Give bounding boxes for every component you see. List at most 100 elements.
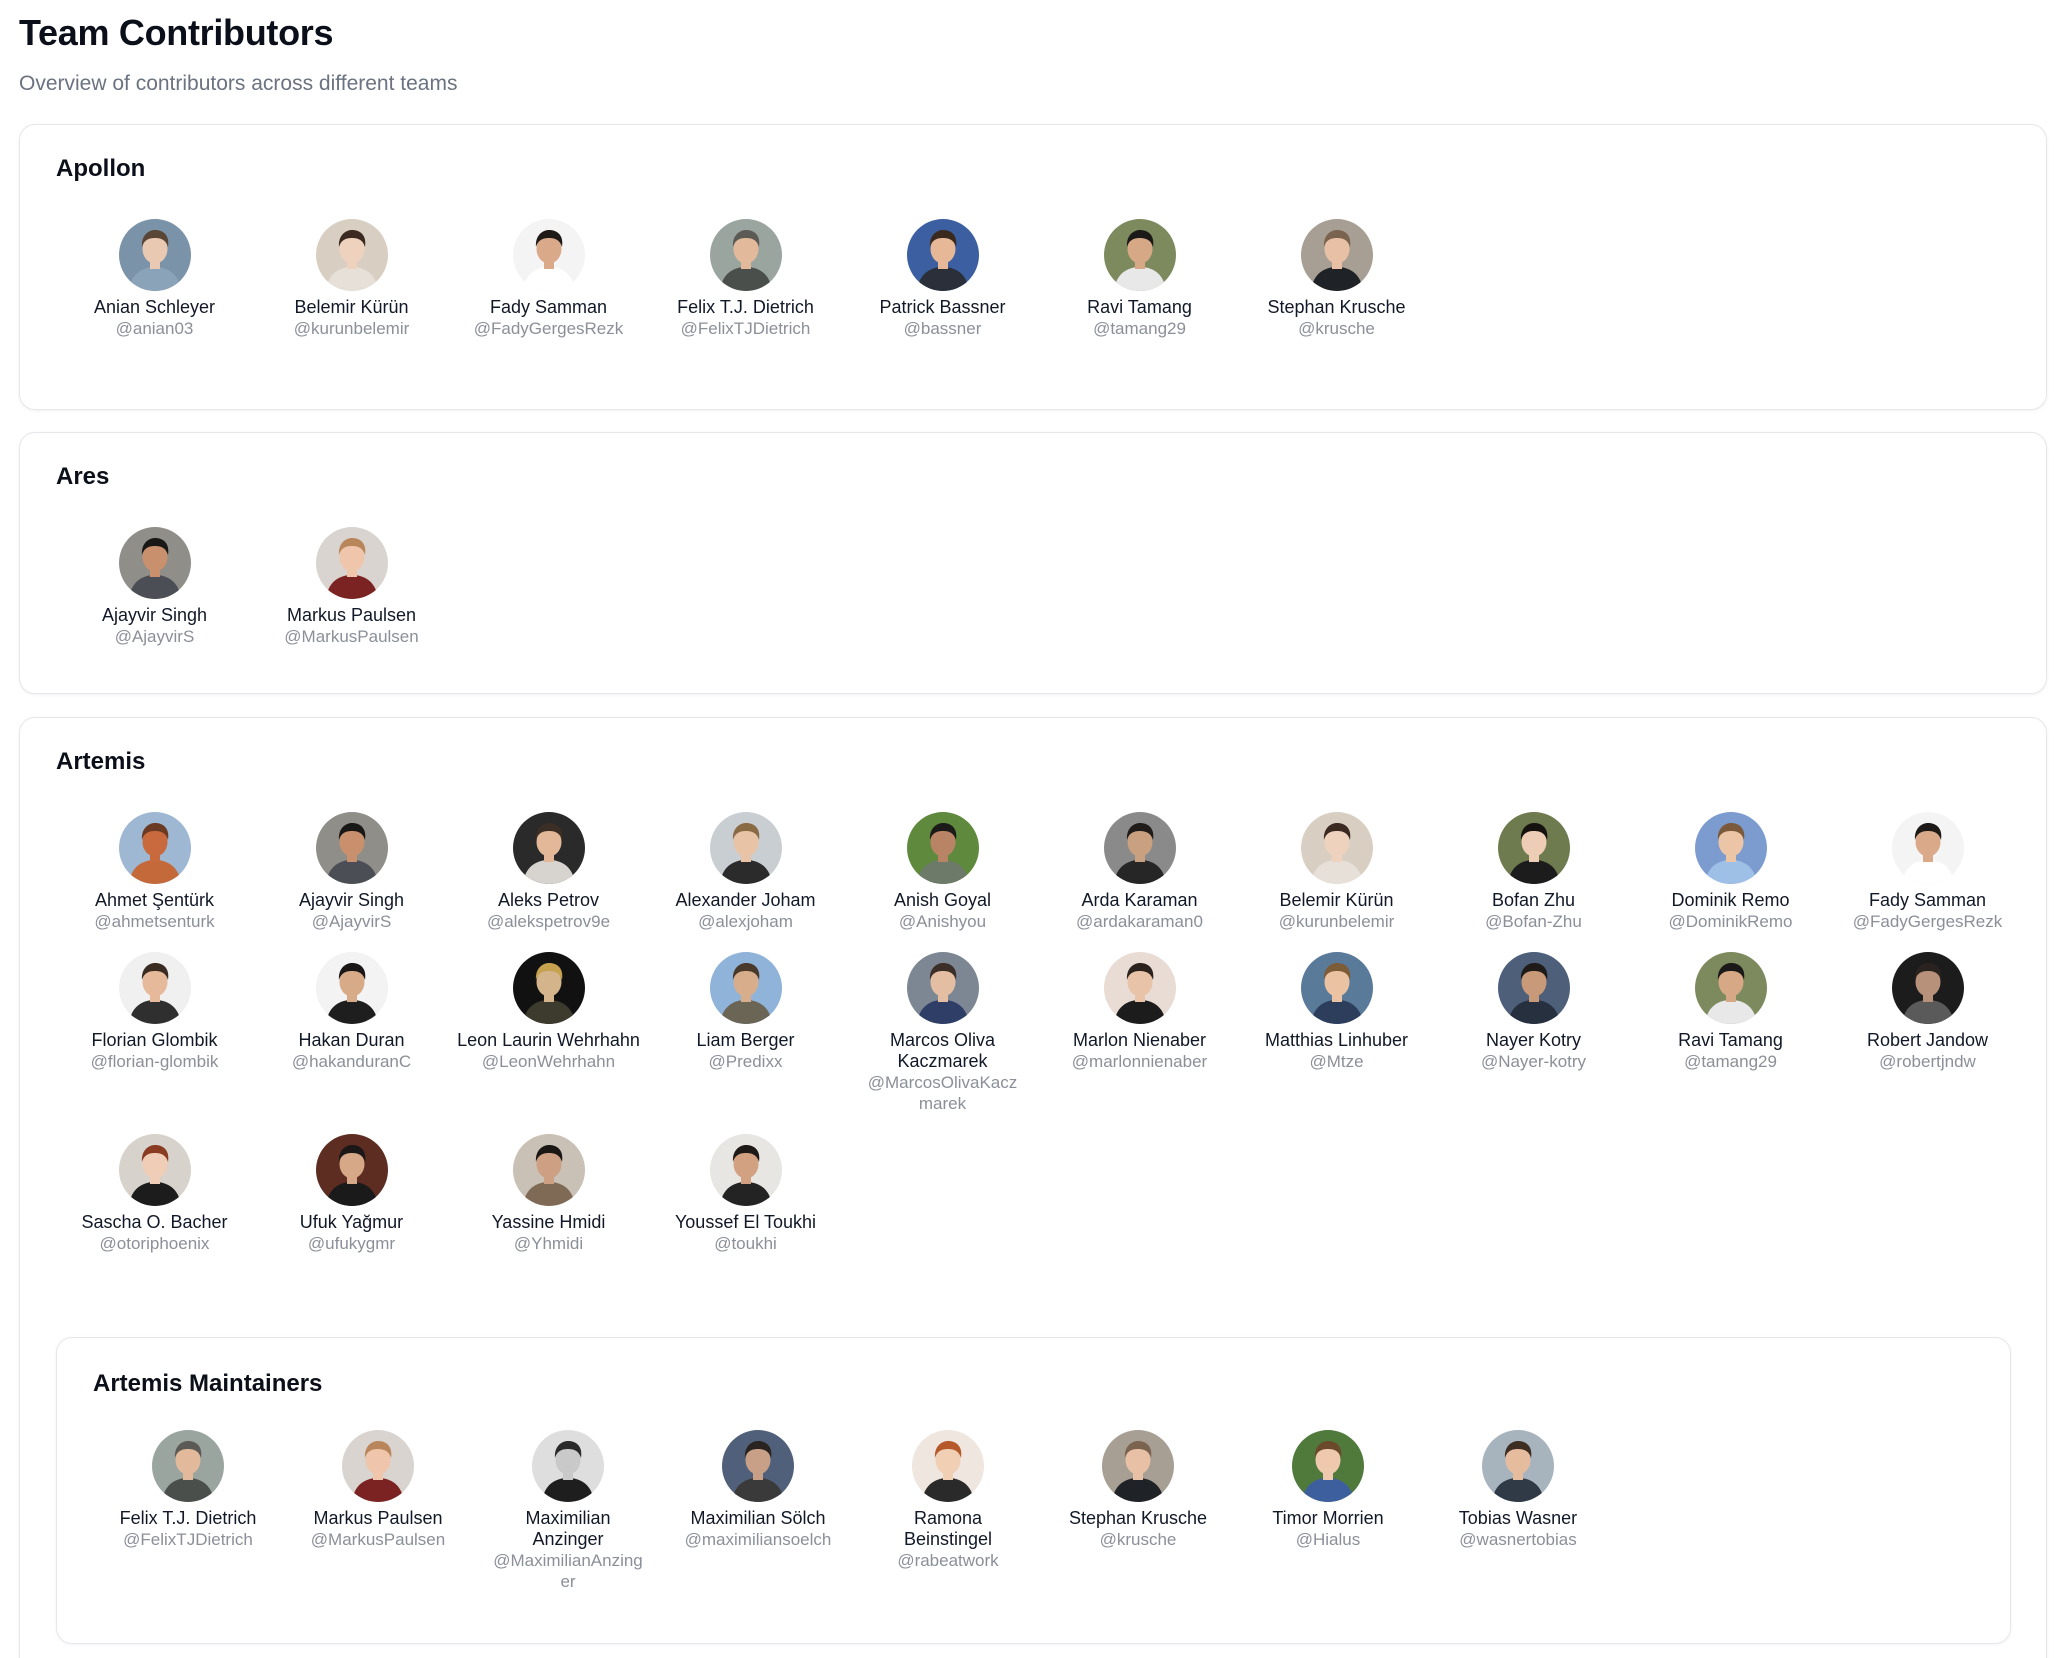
contributor-login[interactable]: @Mtze [1307,1051,1365,1072]
contributor-card[interactable]: Stephan Krusche @krusche [1043,1430,1233,1592]
avatar[interactable] [512,812,585,884]
avatar[interactable] [906,812,979,884]
contributor-login[interactable]: @florian-glombik [89,1051,221,1072]
avatar[interactable] [1103,812,1176,884]
contributor-card[interactable]: Anish Goyal @Anishyou [844,812,1041,932]
contributor-card[interactable]: Marlon Nienaber @marlonnienaber [1041,952,1238,1114]
avatar[interactable] [1497,812,1570,884]
contributor-card[interactable]: Liam Berger @Predixx [647,952,844,1114]
contributor-login[interactable]: @Bofan-Zhu [1483,911,1584,932]
contributor-card[interactable]: Nayer Kotry @Nayer-kotry [1435,952,1632,1114]
contributor-login[interactable]: @DominikRemo [1666,911,1794,932]
avatar[interactable] [118,952,191,1024]
avatar[interactable] [906,952,979,1024]
contributor-card[interactable]: Dominik Remo @DominikRemo [1632,812,1829,932]
contributor-card[interactable]: Markus Paulsen @MarkusPaulsen [283,1430,473,1592]
contributor-card[interactable]: Ravi Tamang @tamang29 [1041,219,1238,339]
contributor-login[interactable]: @FadyGergesRezk [472,318,626,339]
contributor-login[interactable]: @FelixTJDietrich [679,318,813,339]
avatar[interactable] [315,219,388,291]
contributor-card[interactable]: Yassine Hmidi @Yhmidi [450,1134,647,1254]
contributor-card[interactable]: Aleks Petrov @alekspetrov9e [450,812,647,932]
contributor-login[interactable]: @maximiliansoelch [683,1529,834,1550]
contributor-card[interactable]: Ajayvir Singh @AjayvirS [253,812,450,932]
avatar[interactable] [1300,812,1373,884]
contributor-card[interactable]: Markus Paulsen @MarkusPaulsen [253,527,450,647]
contributor-card[interactable]: Fady Samman @FadyGergesRezk [1829,812,2026,932]
avatar[interactable] [1300,952,1373,1024]
contributor-login[interactable]: @MarkusPaulsen [282,626,420,647]
contributor-login[interactable]: @ufukygmr [306,1233,397,1254]
contributor-login[interactable]: @anian03 [114,318,196,339]
contributor-card[interactable]: Sascha O. Bacher @otoriphoenix [56,1134,253,1254]
contributor-card[interactable]: Hakan Duran @hakanduranC [253,952,450,1114]
contributor-card[interactable]: Bofan Zhu @Bofan-Zhu [1435,812,1632,932]
avatar[interactable] [512,1134,585,1206]
contributor-login[interactable]: @MaximilianAnzinger [488,1550,648,1592]
avatar[interactable] [722,1430,794,1502]
avatar[interactable] [709,1134,782,1206]
contributor-login[interactable]: @FadyGergesRezk [1851,911,2005,932]
avatar[interactable] [315,527,388,599]
contributor-card[interactable]: Belemir Kürün @kurunbelemir [1238,812,1435,932]
contributor-card[interactable]: Ravi Tamang @tamang29 [1632,952,1829,1114]
contributor-login[interactable]: @Nayer-kotry [1479,1051,1588,1072]
contributor-card[interactable]: Felix T.J. Dietrich @FelixTJDietrich [647,219,844,339]
avatar[interactable] [1497,952,1570,1024]
avatar[interactable] [1694,952,1767,1024]
avatar[interactable] [1103,952,1176,1024]
contributor-card[interactable]: Timor Morrien @Hialus [1233,1430,1423,1592]
avatar[interactable] [1694,812,1767,884]
avatar[interactable] [1292,1430,1364,1502]
contributor-login[interactable]: @ardakaraman0 [1074,911,1205,932]
contributor-login[interactable]: @FelixTJDietrich [121,1529,255,1550]
contributor-login[interactable]: @Predixx [707,1051,785,1072]
contributor-card[interactable]: Ahmet Şentürk @ahmetsenturk [56,812,253,932]
contributor-card[interactable]: Robert Jandow @robertjndw [1829,952,2026,1114]
avatar[interactable] [709,952,782,1024]
contributor-login[interactable]: @rabeatwork [895,1550,1000,1571]
contributor-login[interactable]: @wasnertobias [1457,1529,1578,1550]
avatar[interactable] [709,219,782,291]
contributor-login[interactable]: @toukhi [712,1233,779,1254]
contributor-card[interactable]: Felix T.J. Dietrich @FelixTJDietrich [93,1430,283,1592]
avatar[interactable] [342,1430,414,1502]
avatar[interactable] [1102,1430,1174,1502]
contributor-card[interactable]: Marcos Oliva Kaczmarek @MarcosOlivaKaczma… [844,952,1041,1114]
contributor-card[interactable]: Youssef El Toukhi @toukhi [647,1134,844,1254]
avatar[interactable] [512,219,585,291]
avatar[interactable] [152,1430,224,1502]
contributor-login[interactable]: @MarcosOlivaKaczmarek [863,1072,1023,1114]
contributor-card[interactable]: Ufuk Yağmur @ufukygmr [253,1134,450,1254]
contributor-login[interactable]: @kurunbelemir [292,318,412,339]
contributor-login[interactable]: @tamang29 [1091,318,1188,339]
avatar[interactable] [315,952,388,1024]
avatar[interactable] [1482,1430,1554,1502]
contributor-login[interactable]: @alekspetrov9e [485,911,612,932]
avatar[interactable] [532,1430,604,1502]
avatar[interactable] [1103,219,1176,291]
avatar[interactable] [118,812,191,884]
contributor-card[interactable]: Leon Laurin Wehrhahn @LeonWehrhahn [450,952,647,1114]
contributor-card[interactable]: Stephan Krusche @krusche [1238,219,1435,339]
contributor-card[interactable]: Alexander Joham @alexjoham [647,812,844,932]
contributor-login[interactable]: @Hialus [1294,1529,1363,1550]
contributor-card[interactable]: Tobias Wasner @wasnertobias [1423,1430,1613,1592]
contributor-card[interactable]: Patrick Bassner @bassner [844,219,1041,339]
contributor-card[interactable]: Fady Samman @FadyGergesRezk [450,219,647,339]
contributor-card[interactable]: Ramona Beinstingel @rabeatwork [853,1430,1043,1592]
avatar[interactable] [912,1430,984,1502]
contributor-login[interactable]: @bassner [902,318,984,339]
contributor-card[interactable]: Ajayvir Singh @AjayvirS [56,527,253,647]
contributor-login[interactable]: @marlonnienaber [1070,1051,1209,1072]
contributor-card[interactable]: Anian Schleyer @anian03 [56,219,253,339]
contributor-card[interactable]: Arda Karaman @ardakaraman0 [1041,812,1238,932]
contributor-login[interactable]: @AjayvirS [113,626,197,647]
contributor-login[interactable]: @kurunbelemir [1277,911,1397,932]
avatar[interactable] [1891,952,1964,1024]
avatar[interactable] [315,1134,388,1206]
contributor-card[interactable]: Florian Glombik @florian-glombik [56,952,253,1114]
avatar[interactable] [512,952,585,1024]
avatar[interactable] [709,812,782,884]
contributor-login[interactable]: @krusche [1296,318,1377,339]
